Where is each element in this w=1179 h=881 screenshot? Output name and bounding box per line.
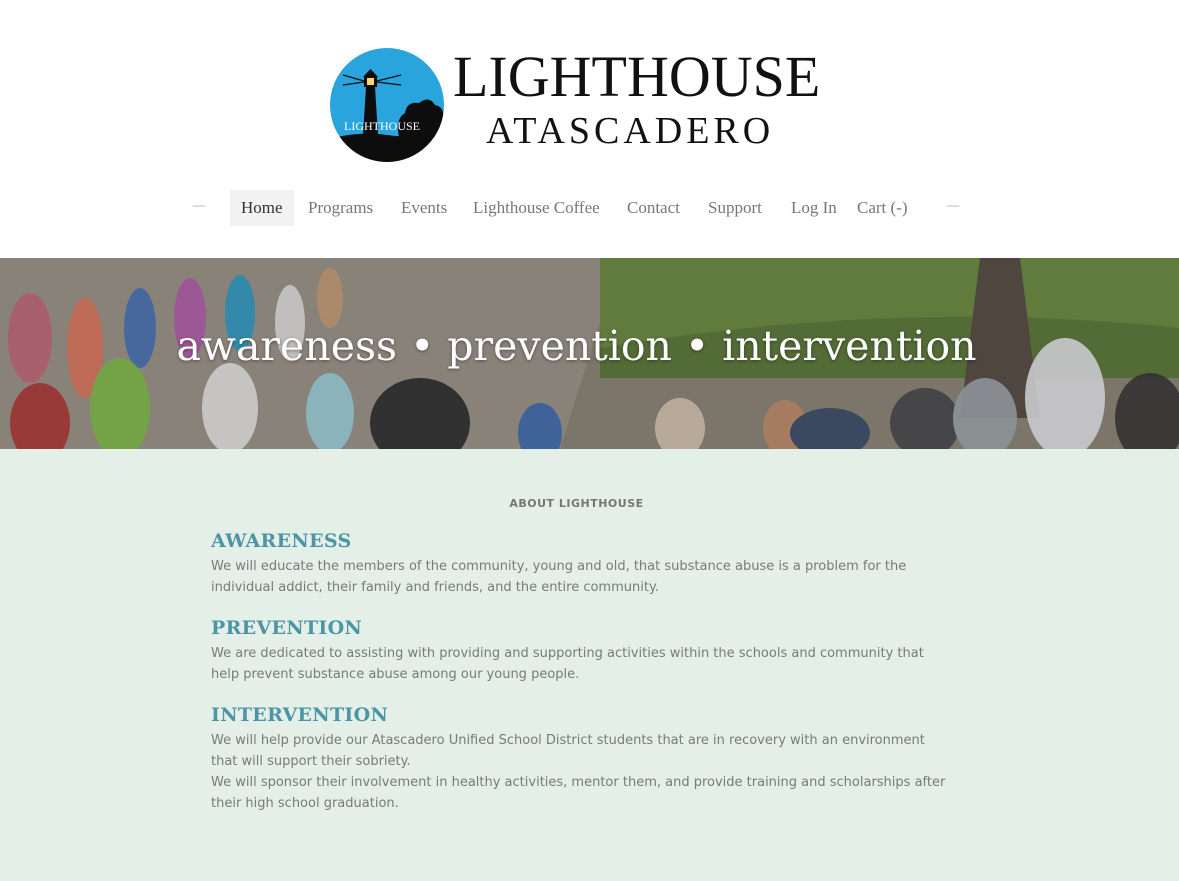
logo-badge-text: LIGHTHOUSE bbox=[344, 119, 420, 133]
intervention-text-1: We will help provide our Atascadero Unif… bbox=[211, 733, 925, 769]
awareness-text: We will educate the members of the commu… bbox=[211, 559, 907, 595]
nav-item-log-in[interactable]: Log In bbox=[780, 190, 848, 226]
intervention-block: INTERVENTION We will help provide our At… bbox=[211, 703, 951, 814]
logo-subtitle: ATASCADERO bbox=[486, 110, 775, 152]
nav-item-home[interactable]: Home bbox=[230, 190, 294, 226]
about-section: ABOUT LIGHTHOUSE AWARENESS We will educa… bbox=[0, 449, 1179, 881]
nav-item-lighthouse-coffee[interactable]: Lighthouse Coffee bbox=[462, 190, 611, 226]
hero-tagline: awareness • prevention • intervention bbox=[176, 322, 977, 370]
main-nav: — Home Programs Events Lighthouse Coffee… bbox=[0, 190, 1179, 226]
nav-item-events[interactable]: Events bbox=[390, 190, 458, 226]
nav-divider-right: — bbox=[946, 198, 960, 214]
site-logo[interactable]: LIGHTHOUSE LIGHTHOUSE ATASCADERO bbox=[329, 44, 829, 165]
site-header: LIGHTHOUSE LIGHTHOUSE ATASCADERO — Home … bbox=[0, 0, 1179, 258]
intervention-text-2: We will sponsor their involvement in hea… bbox=[211, 775, 946, 811]
nav-item-contact[interactable]: Contact bbox=[616, 190, 691, 226]
awareness-heading: AWARENESS bbox=[211, 530, 352, 552]
nav-item-programs[interactable]: Programs bbox=[297, 190, 384, 226]
awareness-block: AWARENESS We will educate the members of… bbox=[211, 529, 951, 598]
prevention-heading: PREVENTION bbox=[211, 617, 363, 639]
nav-item-support[interactable]: Support bbox=[697, 190, 773, 226]
nav-divider-left: — bbox=[192, 198, 206, 214]
lighthouse-logo-icon: LIGHTHOUSE bbox=[330, 48, 444, 162]
prevention-text: We are dedicated to assisting with provi… bbox=[211, 646, 924, 682]
intervention-heading: INTERVENTION bbox=[211, 704, 389, 726]
prevention-block: PREVENTION We are dedicated to assisting… bbox=[211, 616, 951, 685]
logo-title: LIGHTHOUSE bbox=[453, 44, 821, 109]
hero-banner: awareness • prevention • intervention bbox=[0, 258, 1179, 449]
nav-item-cart[interactable]: Cart (-) bbox=[846, 190, 919, 226]
about-label: ABOUT LIGHTHOUSE bbox=[509, 497, 644, 510]
